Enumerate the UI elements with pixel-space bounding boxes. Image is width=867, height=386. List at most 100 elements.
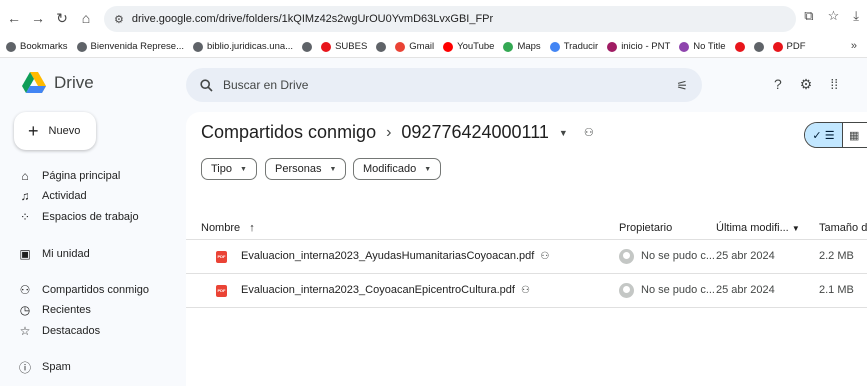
site-info-icon[interactable]: ⚙ [114,13,124,26]
bookmark-favicon-icon [734,41,745,52]
chevron-right-icon: › [386,123,392,141]
bookmark-item[interactable]: Bienvenida Represe... [76,41,184,52]
bookmark-favicon-icon [395,41,406,52]
settings-gear-icon[interactable]: ⚙ [800,76,813,93]
sort-arrow-up-icon[interactable]: ↑ [249,222,255,234]
caret-down-icon: ▼ [240,165,247,173]
sidebar-item-spam[interactable]: ⓘ Spam [18,357,71,377]
owner-avatar [619,249,634,264]
bookmark-favicon-icon [6,41,16,52]
table-row[interactable]: PDF Evaluacion_interna2023_AyudasHumanita… [186,240,867,274]
column-owner[interactable]: Propietario [619,222,672,234]
workspaces-icon: ⁘ [19,210,31,224]
help-icon[interactable]: ? [774,76,782,93]
search-options-icon[interactable]: ⚟ [676,78,688,94]
search-bar[interactable]: Buscar en Drive ⚟ [186,68,702,102]
spam-icon: ⓘ [18,360,31,375]
bookmark-label: Bookmarks [20,41,68,52]
back-icon[interactable]: ← [4,10,24,26]
caret-down-icon[interactable]: ▼ [559,128,568,138]
bookmark-label: Bienvenida Represe... [90,41,184,52]
file-modified: 25 abr 2024 [716,284,775,296]
breadcrumb-root[interactable]: Compartidos conmigo [201,122,376,143]
sidebar-item-label: Recientes [42,304,91,316]
download-icon[interactable]: ⤓ [853,8,859,24]
address-bar[interactable]: ⚙ drive.google.com/drive/folders/1kQIMz4… [104,6,796,32]
grid-view-icon[interactable]: ▦ [843,123,867,147]
bookmark-label: biblio.juridicas.una... [207,41,294,52]
bookmark-item[interactable]: Maps [503,41,541,52]
bookmark-item[interactable]: biblio.juridicas.una... [193,41,293,52]
pdf-file-icon: PDF [216,251,227,263]
bookmarks-overflow-icon[interactable]: » [851,40,857,52]
sidebar-item-recientes[interactable]: ◷ Recientes [18,300,91,320]
reload-icon[interactable]: ↻ [52,10,72,27]
plus-icon: + [28,121,39,141]
browser-toolbar: ← → ↻ ⌂ ⚙ drive.google.com/drive/folders… [0,0,867,36]
bookmark-favicon-icon [76,41,87,52]
sidebar-item-mi-unidad[interactable]: ▣ Mi unidad [18,244,89,264]
sidebar-item-compartidos-conmigo[interactable]: ⚇ Compartidos conmigo [18,280,149,300]
filter-label: Personas [275,163,322,175]
url-text[interactable]: drive.google.com/drive/folders/1kQIMz42s… [132,13,493,25]
bookmark-favicon-icon [503,41,514,52]
sidebar-item-label: Página principal [42,170,121,182]
bookmark-star-icon[interactable]: ☆ [828,8,840,24]
breadcrumb: Compartidos conmigo › 092776424000111 ▼ … [201,122,594,143]
sidebar-item-actividad[interactable]: ♫ Actividad [18,186,87,206]
drive-logo[interactable]: Drive [22,72,94,93]
search-input[interactable]: Buscar en Drive [223,78,308,92]
file-size: 2.2 MB [819,250,854,262]
shared-folder-icon: ⚇ [583,127,594,139]
sidebar-item-destacados[interactable]: ☆ Destacados [18,321,100,341]
bookmark-item[interactable] [734,41,745,52]
breadcrumb-folder[interactable]: 092776424000111 [401,122,549,143]
bookmark-item[interactable]: Bookmarks [6,41,68,52]
bookmark-item[interactable]: Gmail [395,41,434,52]
sidebar-item-p-gina-principal[interactable]: ⌂ Página principal [18,166,120,186]
table-row[interactable]: PDF Evaluacion_interna2023_CoyoacanEpicen… [186,274,867,308]
filter-personas[interactable]: Personas ▼ [265,158,347,180]
bookmark-item[interactable]: Traducir [549,41,598,52]
bell-icon: ♫ [20,189,30,203]
bookmark-label: YouTube [457,41,495,52]
bookmark-item[interactable] [753,41,764,52]
search-icon[interactable] [200,78,213,92]
view-toggle[interactable]: ✓ ☰ ▦ [804,122,867,148]
bookmark-item[interactable] [376,41,387,52]
apps-grid-icon[interactable]: ⁞⁞ [830,76,838,93]
sidebar-item-label: Actividad [42,190,87,202]
table-header: Nombre ↑ Propietario Última modifi... ▼ … [186,196,867,240]
cast-icon[interactable]: ⧉ [804,8,813,24]
shared-people-icon: ⚇ [520,285,530,296]
sort-caret-down-icon[interactable]: ▼ [792,224,800,233]
bookmark-item[interactable]: YouTube [443,41,494,52]
column-size[interactable]: Tamaño de [819,222,867,234]
bookmark-item[interactable]: SUBES [321,41,367,52]
new-button[interactable]: + Nuevo [14,112,96,150]
pdf-file-icon: PDF [216,285,227,297]
filter-tipo[interactable]: Tipo ▼ [201,158,257,180]
bookmark-label: SUBES [335,41,368,52]
filter-modificado[interactable]: Modificado ▼ [353,158,442,180]
column-modified[interactable]: Última modifi... ▼ [716,222,800,234]
list-view-icon[interactable]: ✓ ☰ [805,123,843,147]
bookmark-item[interactable]: PDF [772,41,806,52]
caret-down-icon: ▼ [424,165,432,173]
file-name[interactable]: Evaluacion_interna2023_CoyoacanEpicentro… [241,284,530,296]
bookmark-label: inicio - PNT [621,41,671,52]
forward-icon[interactable]: → [28,10,48,26]
file-modified: 25 abr 2024 [716,250,775,262]
bookmark-label: Gmail [409,41,435,52]
file-name[interactable]: Evaluacion_interna2023_AyudasHumanitaria… [241,250,549,262]
clock-icon: ◷ [19,303,31,317]
bookmark-item[interactable]: inicio - PNT [607,41,670,52]
star-icon: ☆ [19,324,31,338]
home-icon: ⌂ [21,169,29,183]
column-name[interactable]: Nombre ↑ [201,222,255,234]
bookmark-item[interactable] [302,41,313,52]
bookmark-item[interactable]: No Title [679,41,726,52]
home-browser-icon[interactable]: ⌂ [76,10,96,26]
bookmark-favicon-icon [302,41,313,52]
sidebar-item-espacios-de-trabajo[interactable]: ⁘ Espacios de trabajo [18,207,139,227]
